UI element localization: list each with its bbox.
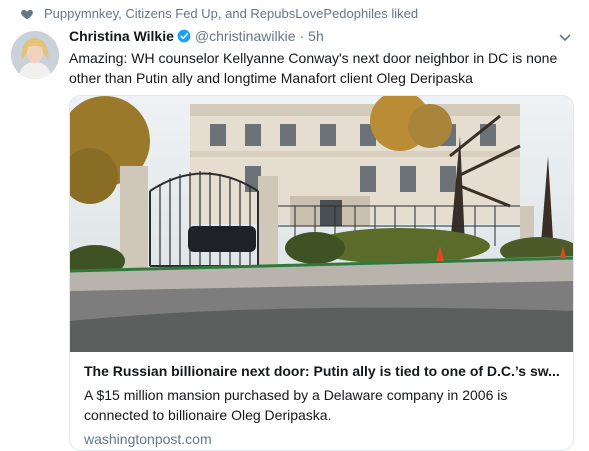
card-title[interactable]: The Russian billionaire next door: Putin…	[84, 362, 561, 380]
card-body[interactable]: The Russian billionaire next door: Putin…	[70, 352, 573, 450]
heart-icon	[21, 9, 33, 20]
chevron-down-icon[interactable]	[559, 32, 571, 44]
tweet-header: Christina Wilkie @christinawilkie · 5h	[69, 28, 573, 44]
card-image[interactable]	[70, 96, 574, 352]
social-context: Puppymnkey, Citizens Fed Up, and RepubsL…	[21, 6, 418, 21]
author-handle[interactable]: @christinawilkie	[195, 28, 296, 44]
author-name[interactable]: Christina Wilkie	[69, 28, 174, 44]
card-domain[interactable]: washingtonpost.com	[84, 431, 561, 447]
link-card[interactable]: The Russian billionaire next door: Putin…	[69, 95, 574, 451]
verified-badge-icon	[177, 29, 191, 43]
tweet-text: Amazing: WH counselor Kellyanne Conway's…	[69, 50, 558, 86]
avatar[interactable]	[11, 31, 59, 79]
card-description: A $15 million mansion purchased by a Del…	[84, 387, 508, 423]
separator-dot: ·	[299, 28, 305, 44]
timestamp[interactable]: 5h	[308, 28, 324, 44]
social-context-text[interactable]: Puppymnkey, Citizens Fed Up, and RepubsL…	[44, 6, 418, 21]
